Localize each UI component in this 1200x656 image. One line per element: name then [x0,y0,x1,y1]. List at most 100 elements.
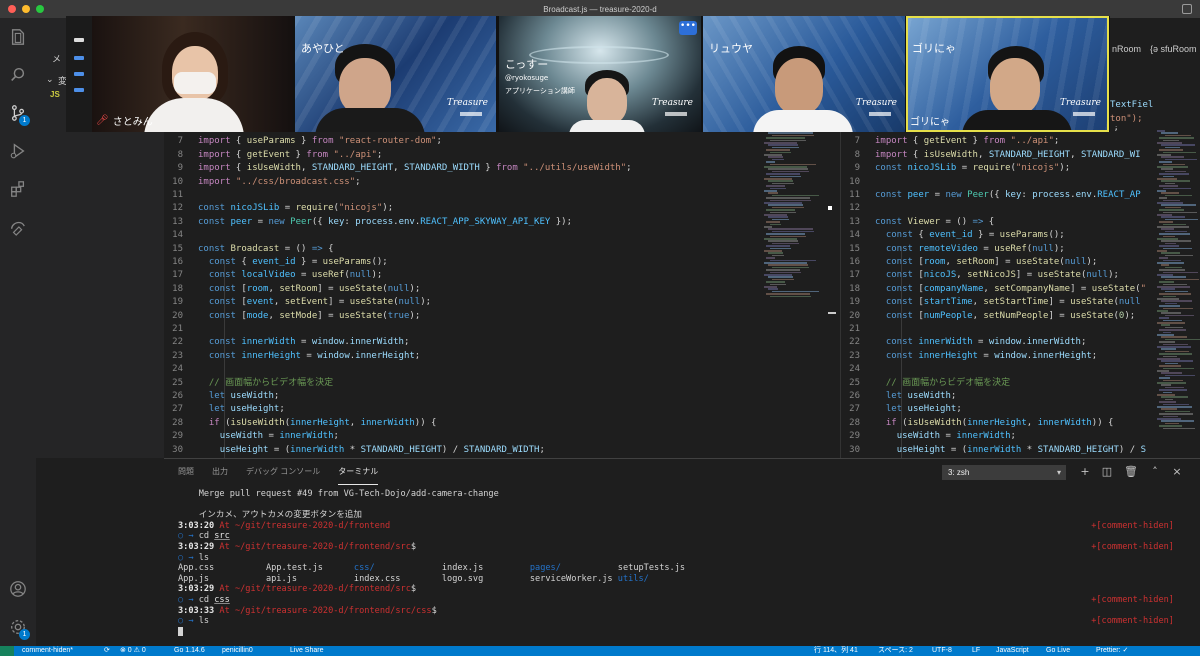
code-line[interactable]: 27 let useHeight; [841,403,962,416]
code-line[interactable]: 23 const innerHeight = window.innerHeigh… [164,350,420,363]
editor-group-left[interactable]: 6import FlipCameraIosIcon from "@materia… [164,126,840,458]
code-line[interactable]: 8 import { isUseWidth, STANDARD_HEIGHT, S… [841,149,1141,162]
code-line[interactable]: 15 const remoteVideo = useRef(null); [841,243,1065,256]
tab-output[interactable]: 出力 [212,459,228,485]
code-line[interactable]: 17 const [nicoJS, setNicoJS] = useState(… [841,269,1119,282]
code-line[interactable]: 22 const innerWidth = window.innerWidth; [164,336,409,349]
tab-terminal[interactable]: ターミナル [338,459,379,485]
code-line[interactable]: 16 const [room, setRoom] = useState(null… [841,256,1097,269]
minimap-right[interactable] [1157,126,1200,458]
code-line[interactable]: 8 import { getEvent } from "../api"; [164,149,383,162]
accounts-icon[interactable] [0,570,36,608]
tab-debug-console[interactable]: デバッグ コンソール [246,459,320,485]
code-line[interactable]: 10 [841,176,875,189]
window-controls[interactable] [8,5,44,13]
remote-indicator[interactable] [0,646,14,656]
code-line[interactable]: 7 import { useParams } from "react-router… [164,135,442,148]
video-tile[interactable]: こっすー @ryokosuge アプリケーション講師 Treasure ••• [499,16,701,132]
cursor-position[interactable]: 行 114、列 41 [814,646,858,656]
code-line[interactable]: 30 useHeight = (innerWidth * STANDARD_HE… [841,444,1146,457]
code-line[interactable]: 25 // 画面幅からビデオ幅を決定 [841,377,1010,390]
run-debug-icon[interactable] [0,132,36,170]
code-line[interactable]: 11 const peer = new Peer({ key: process.e… [841,189,1140,202]
zoom-window-button[interactable] [36,5,44,13]
user-account[interactable]: penicillin0 [222,646,253,656]
code-line[interactable]: 13 const Viewer = () => { [841,216,994,229]
code-line[interactable]: 21 [841,323,875,336]
video-call-strip[interactable]: 🎤︎ さとみん あやひと Treasure こっすー @ryokosuge アプ… [66,16,1110,132]
go-live-button[interactable]: Go Live [1046,646,1070,656]
sync-icon[interactable]: ⟳ [104,646,110,656]
code-line[interactable]: 21 [164,323,198,336]
code-line[interactable]: 29 useWidth = innerWidth; [841,430,1016,443]
code-line[interactable]: 17 const localVideo = useRef(null); [164,269,382,282]
code-line[interactable]: 26 let useWidth; [841,390,956,403]
code-line[interactable]: 28 if (isUseWidth(innerHeight, innerWidt… [841,417,1113,430]
code-line[interactable]: 25 // 画面幅からビデオ幅を決定 [164,377,333,390]
video-strip-handle[interactable] [66,16,92,132]
trash-icon[interactable]: 🗑︎ [1124,465,1138,479]
sidebar-section-toggle[interactable]: ⌄ [46,74,54,85]
code-line[interactable]: 18 const [companyName, setCompanyName] =… [841,283,1146,296]
close-window-button[interactable] [8,5,16,13]
code-line[interactable]: 24 [164,363,198,376]
code-line[interactable]: 18 const [room, setRoom] = useState(null… [164,283,420,296]
minimap-left[interactable] [764,126,826,458]
tab-problems[interactable]: 問題 [178,459,194,485]
search-icon[interactable] [0,56,36,94]
code-line[interactable]: 19 const [event, setEvent] = useState(nu… [164,296,431,309]
code-line[interactable]: 16 const { event_id } = useParams(); [164,256,388,269]
video-tile[interactable]: あやひと Treasure [295,16,496,132]
live-share-button[interactable]: Live Share [290,646,323,656]
source-control-icon[interactable]: 1 [0,94,36,132]
code-line[interactable]: 11 [164,189,198,202]
code-line[interactable]: 14 [164,229,198,242]
code-line[interactable]: 27 let useHeight; [164,403,285,416]
layout-icon[interactable] [1182,4,1192,14]
tab-sfuroom[interactable]: {ǝ sfuRoom [1150,44,1197,54]
code-line[interactable]: 24 [841,363,875,376]
manage-gear-icon[interactable]: 1 [0,608,36,646]
terminal-output[interactable]: Merge pull request #49 from VG-Tech-Dojo… [178,489,1188,645]
code-line[interactable]: 12 const nicoJSLib = require("nicojs"); [164,202,393,215]
code-line[interactable]: 29 useWidth = innerWidth; [164,430,339,443]
end-of-line[interactable]: LF [972,646,980,656]
code-line[interactable]: 12 [841,202,875,215]
extensions-icon[interactable] [0,170,36,208]
split-terminal-icon[interactable]: ◫ [1100,465,1114,479]
maximize-panel-icon[interactable]: ˄ [1148,465,1162,479]
more-options-button[interactable]: ••• [679,21,697,35]
explorer-icon[interactable] [0,18,36,56]
editor-group-right[interactable]: 6import { useParams } from "react-router… [840,126,1200,458]
language-mode[interactable]: JavaScript [996,646,1029,656]
video-tile-active-speaker[interactable]: ゴリにゃ Treasure ゴリにゃ [906,16,1109,132]
video-tile[interactable]: リュウヤ Treasure [703,16,905,132]
indentation[interactable]: スペース: 2 [878,646,913,656]
code-line[interactable]: 13 const peer = new Peer({ key: process.e… [164,216,572,229]
minimize-window-button[interactable] [22,5,30,13]
video-tile[interactable]: 🎤︎ さとみん [92,16,293,132]
code-line[interactable]: 20 const [numPeople, setNumPeople] = use… [841,310,1135,323]
code-line[interactable]: 19 const [startTime, setStartTime] = use… [841,296,1140,309]
terminal-select[interactable]: 3: zsh [942,465,1066,480]
code-line[interactable]: 14 const { event_id } = useParams(); [841,229,1065,242]
problems-indicator[interactable]: ⊗ 0 ⚠ 0 [120,646,146,656]
go-version[interactable]: Go 1.14.6 [174,646,205,656]
code-line[interactable]: 7 import { getEvent } from "../api"; [841,135,1060,148]
new-terminal-icon[interactable]: + [1078,465,1092,479]
git-branch[interactable]: comment-hiden* [22,646,73,656]
code-line[interactable]: 22 const innerWidth = window.innerWidth; [841,336,1086,349]
prettier-status[interactable]: Prettier: ✓ [1096,646,1128,656]
encoding[interactable]: UTF-8 [932,646,952,656]
close-panel-icon[interactable]: × [1170,465,1184,479]
code-line[interactable]: 20 const [mode, setMode] = useState(true… [164,310,420,323]
code-line[interactable]: 23 const innerHeight = window.innerHeigh… [841,350,1097,363]
code-line[interactable]: 15 const Broadcast = () => { [164,243,333,256]
code-line[interactable]: 30 useHeight = (innerWidth * STANDARD_HE… [164,444,545,457]
code-line[interactable]: 10 import "../css/broadcast.css"; [164,176,360,189]
code-line[interactable]: 9 import { isUseWidth, STANDARD_HEIGHT, S… [164,162,632,175]
code-line[interactable]: 28 if (isUseWidth(innerHeight, innerWidt… [164,417,436,430]
remote-explorer-icon[interactable] [0,208,36,246]
tab-fragment[interactable]: nRoom [1112,44,1141,54]
code-line[interactable]: 26 let useWidth; [164,390,279,403]
